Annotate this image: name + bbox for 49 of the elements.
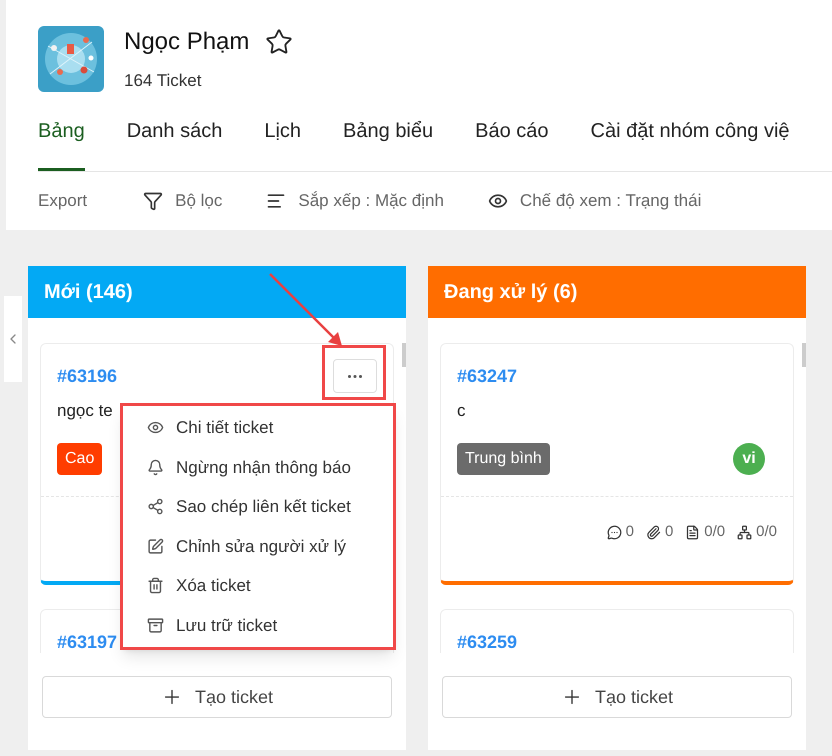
collapse-tab[interactable] — [4, 296, 22, 382]
menu-item[interactable]: Sao chép liên kết ticket — [123, 487, 393, 526]
star-icon[interactable] — [265, 28, 294, 56]
tab[interactable]: Cài đặt nhóm công việ — [590, 116, 790, 171]
menu-item[interactable]: Chi tiết ticket — [123, 408, 393, 448]
menu-item[interactable]: Lưu trữ ticket — [123, 606, 393, 645]
ticket-count: 164 Ticket — [124, 70, 202, 92]
create-ticket-button[interactable]: Tạo ticket — [42, 676, 392, 718]
archive-icon — [147, 616, 164, 634]
tab[interactable]: Bảng biểu — [343, 116, 434, 171]
more-button[interactable] — [333, 359, 377, 393]
menu-item[interactable]: Xóa ticket — [123, 566, 393, 606]
edit-icon — [147, 538, 164, 555]
ticket-title: ngọc te — [57, 400, 114, 422]
create-ticket-button[interactable]: Tạo ticket — [442, 676, 792, 718]
bell-icon — [147, 458, 164, 476]
project-title: Ngọc Phạm — [124, 27, 250, 58]
column-header: Đang xử lý (6) — [428, 266, 806, 318]
priority-tag: Cao — [57, 443, 102, 475]
scrollbar[interactable] — [402, 343, 406, 367]
menu-item[interactable]: Ngừng nhận thông báo — [123, 448, 393, 487]
paperclip-icon — [646, 524, 661, 540]
assignee-avatar: vi — [733, 443, 765, 475]
filter-icon — [143, 191, 164, 211]
ticket-title: c — [457, 400, 466, 422]
priority-tag: Trung bình — [457, 443, 550, 475]
tab[interactable]: Báo cáo — [475, 116, 549, 171]
toolbar-button[interactable]: Sắp xếp : Mặc định — [266, 188, 444, 214]
stat-count: 0/0 — [756, 522, 777, 542]
hierarchy-icon — [737, 524, 752, 540]
ticket-card[interactable]: #63247 c Trung bình vi 0 0 0/0 0/0 — [440, 343, 794, 585]
stat-count: 0/0 — [704, 522, 726, 542]
stat-count: 0 — [626, 522, 634, 542]
share-icon — [147, 498, 164, 516]
tab[interactable]: Danh sách — [126, 116, 222, 171]
toolbar-button[interactable]: Chế độ xem : Trạng thái — [488, 188, 702, 214]
tab[interactable]: Bảng — [38, 116, 85, 171]
document-icon — [685, 524, 700, 540]
toolbar-button[interactable]: Bộ lọc — [143, 188, 222, 214]
highlight-frame — [322, 345, 386, 400]
comment-icon — [606, 524, 622, 540]
tab[interactable]: Lịch — [264, 116, 302, 171]
trash-icon — [147, 577, 164, 594]
scrollbar[interactable] — [802, 343, 806, 367]
column-header: Mới (146) — [28, 266, 406, 318]
more-icon — [348, 374, 362, 378]
stat-count: 0 — [664, 522, 674, 542]
menu-item[interactable]: Chỉnh sửa người xử lý — [123, 526, 393, 566]
toolbar-button[interactable]: Export — [38, 188, 88, 214]
